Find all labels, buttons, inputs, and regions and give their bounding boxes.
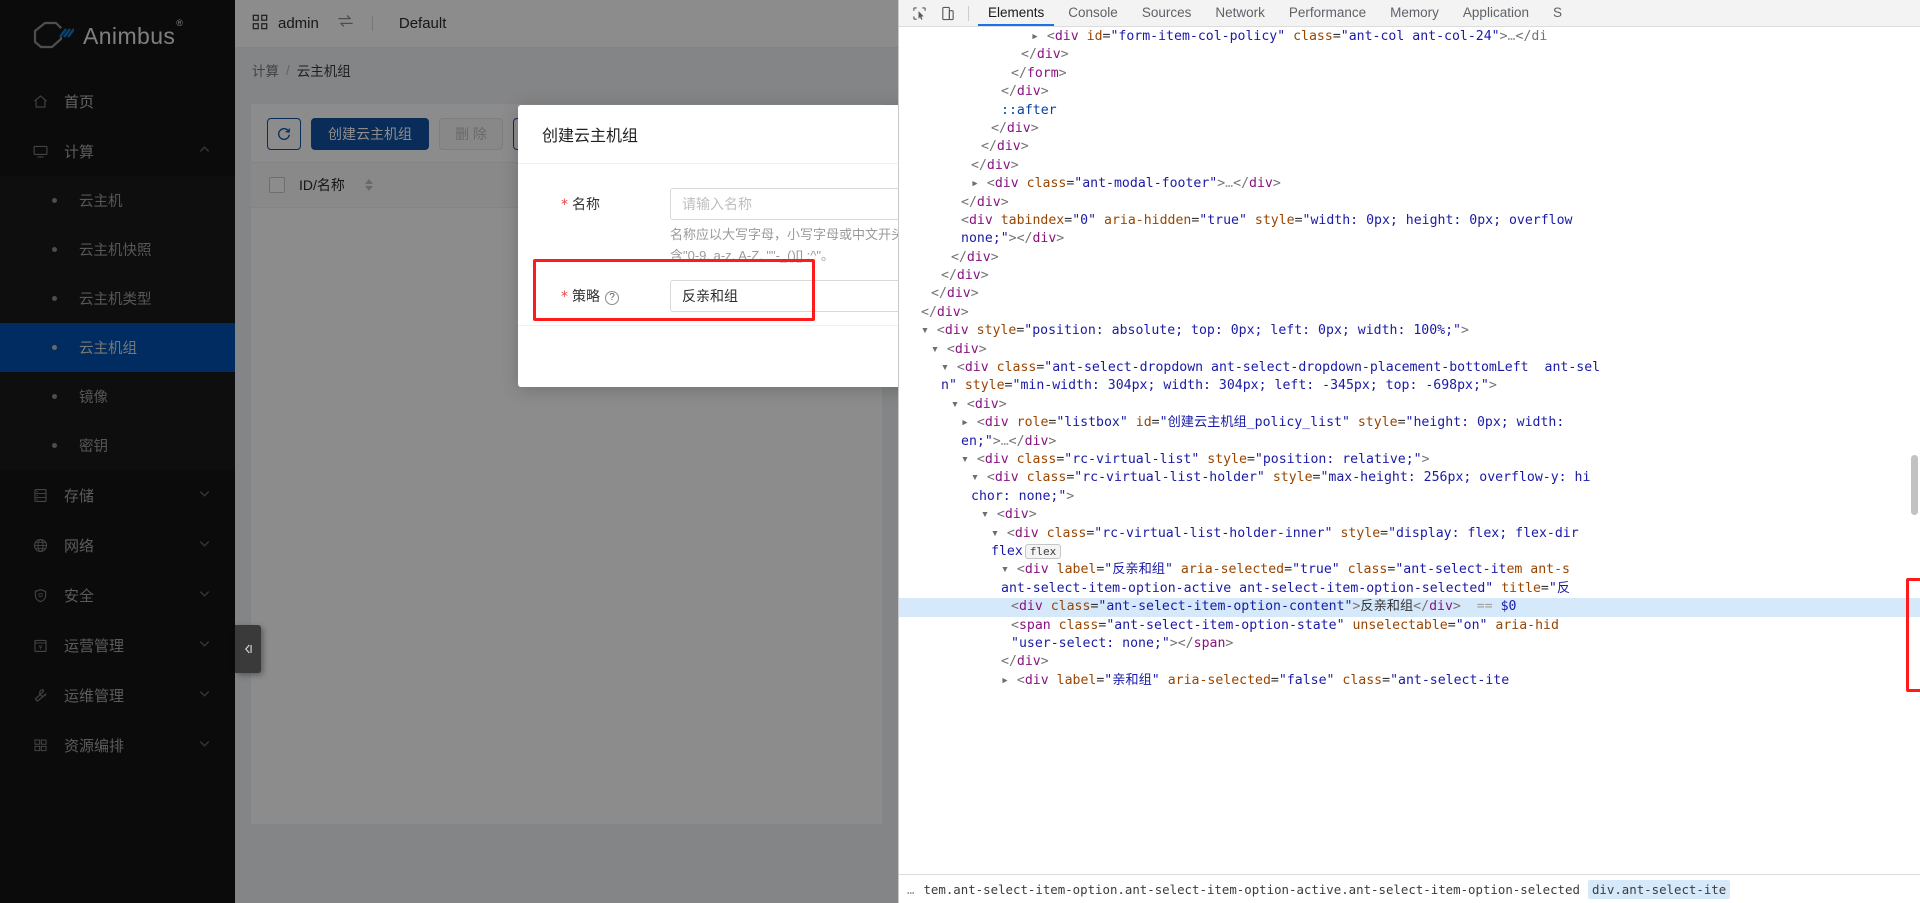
- dom-tree-line[interactable]: ::after: [899, 102, 1920, 120]
- modal-title: 创建云主机组: [518, 105, 898, 163]
- application-viewport: Animbus® 首页 计算: [0, 0, 898, 903]
- dom-tree-line[interactable]: ▾ <div class="rc-virtual-list-holder-inn…: [899, 525, 1920, 543]
- dom-tree[interactable]: ▸ <div id="form-item-col-policy" class="…: [899, 27, 1920, 874]
- dom-tree-line[interactable]: ▾ <div class="rc-virtual-list" style="po…: [899, 451, 1920, 469]
- dom-tree-line[interactable]: en;">…</div>: [899, 433, 1920, 451]
- dom-tree-line[interactable]: </div>: [899, 249, 1920, 267]
- dom-tree-line[interactable]: n" style="min-width: 304px; width: 304px…: [899, 377, 1920, 395]
- dom-tree-line[interactable]: </div>: [899, 653, 1920, 671]
- required-mark: *: [561, 197, 568, 213]
- policy-select[interactable]: 反亲和组: [670, 280, 898, 312]
- sidebar-collapse-handle[interactable]: [235, 625, 261, 673]
- name-input[interactable]: 请输入名称: [670, 188, 898, 220]
- dom-tree-line[interactable]: </div>: [899, 194, 1920, 212]
- dom-tree-line[interactable]: </form>: [899, 65, 1920, 83]
- dom-tree-line[interactable]: </div>: [899, 285, 1920, 303]
- dom-tree-line[interactable]: ant-select-item-option-active ant-select…: [899, 580, 1920, 598]
- breadcrumb-overflow-icon[interactable]: …: [907, 882, 915, 897]
- dom-tree-line[interactable]: ▾ <div label="反亲和组" aria-selected="true"…: [899, 561, 1920, 579]
- form-control-policy: 反亲和组: [670, 280, 898, 312]
- dom-tree-line[interactable]: ▸ <div role="listbox" id="创建云主机组_policy_…: [899, 414, 1920, 432]
- required-mark: *: [561, 289, 568, 305]
- dom-tree-line[interactable]: </div>: [899, 157, 1920, 175]
- dom-tree-line[interactable]: </div>: [899, 267, 1920, 285]
- dom-tree-line[interactable]: </div>: [899, 304, 1920, 322]
- tab-memory[interactable]: Memory: [1378, 0, 1451, 26]
- breadcrumb-selected-node[interactable]: div.ant-select-ite: [1588, 880, 1730, 899]
- form-control-name: 请输入名称 名称应以大写字母，小写字母或中文开头，符，且只包含"0-9, a-z…: [670, 188, 898, 266]
- screen: Animbus® 首页 计算: [0, 0, 1920, 903]
- tab-elements[interactable]: Elements: [976, 0, 1056, 26]
- name-hint-text: 名称应以大写字母，小写字母或中文开头，符，且只包含"0-9, a-z, A-Z,…: [670, 224, 898, 266]
- dom-breadcrumb-bar: … tem.ant-select-item-option.ant-select-…: [899, 874, 1920, 903]
- dom-tree-scrollbar[interactable]: [1911, 455, 1918, 515]
- dom-tree-line[interactable]: </div>: [899, 46, 1920, 64]
- devtools-panel: Elements Console Sources Network Perform…: [898, 0, 1920, 903]
- dom-tree-line[interactable]: ▾ <div>: [899, 506, 1920, 524]
- tab-sources[interactable]: Sources: [1130, 0, 1204, 26]
- form-label-policy: *策略?: [542, 280, 670, 313]
- dom-tree-line[interactable]: <span class="ant-select-item-option-stat…: [899, 617, 1920, 635]
- dom-tree-line[interactable]: <div tabindex="0" aria-hidden="true" sty…: [899, 212, 1920, 230]
- breadcrumb-path[interactable]: tem.ant-select-item-option.ant-select-it…: [923, 882, 1579, 897]
- dom-tree-line[interactable]: <div class="ant-select-item-option-conte…: [899, 598, 1920, 616]
- dom-tree-line[interactable]: ▾ <div style="position: absolute; top: 0…: [899, 322, 1920, 340]
- dom-tree-line[interactable]: ▾ <div>: [899, 341, 1920, 359]
- dom-tree-line[interactable]: flexflex: [899, 543, 1920, 561]
- form-item-name: *名称 请输入名称 名称应以大写字母，小写字母或中文开头，符，且只包含"0-9,…: [542, 188, 898, 266]
- divider: [968, 6, 969, 21]
- dom-tree-line[interactable]: ▸ <div label="亲和组" aria-selected="false"…: [899, 672, 1920, 690]
- device-toolbar-icon[interactable]: [933, 0, 961, 26]
- dom-tree-line[interactable]: ▾ <div class="rc-virtual-list-holder" st…: [899, 469, 1920, 487]
- form-item-policy: *策略? 反亲和组: [542, 280, 898, 313]
- modal-footer: [518, 325, 898, 387]
- dom-tree-line[interactable]: </div>: [899, 120, 1920, 138]
- dom-tree-line[interactable]: ▸ <div class="ant-modal-footer">…</div>: [899, 175, 1920, 193]
- tab-application[interactable]: Application: [1451, 0, 1541, 26]
- cursor-select-icon[interactable]: [905, 0, 933, 26]
- dom-tree-line[interactable]: ▾ <div class="ant-select-dropdown ant-se…: [899, 359, 1920, 377]
- dom-tree-line[interactable]: </div>: [899, 138, 1920, 156]
- modal-body: *名称 请输入名称 名称应以大写字母，小写字母或中文开头，符，且只包含"0-9,…: [518, 164, 898, 325]
- dom-tree-line[interactable]: </div>: [899, 83, 1920, 101]
- tab-network[interactable]: Network: [1203, 0, 1277, 26]
- dom-tree-line[interactable]: ▸ <div id="form-item-col-policy" class="…: [899, 28, 1920, 46]
- dom-tree-line[interactable]: "user-select: none;"></span>: [899, 635, 1920, 653]
- devtools-tabbar: Elements Console Sources Network Perform…: [899, 0, 1920, 27]
- form-label-name: *名称: [542, 188, 670, 221]
- create-instance-group-modal: 创建云主机组 *名称 请输入名称 名称应以大写字母，小写字母或中文开头，符，且只…: [518, 105, 898, 387]
- dom-tree-line[interactable]: none;"></div>: [899, 230, 1920, 248]
- tab-security[interactable]: S: [1541, 0, 1574, 26]
- tab-performance[interactable]: Performance: [1277, 0, 1378, 26]
- tab-console[interactable]: Console: [1056, 0, 1130, 26]
- dom-tree-line[interactable]: ▾ <div>: [899, 396, 1920, 414]
- dom-tree-line[interactable]: chor: none;">: [899, 488, 1920, 506]
- question-circle-icon[interactable]: ?: [605, 291, 619, 305]
